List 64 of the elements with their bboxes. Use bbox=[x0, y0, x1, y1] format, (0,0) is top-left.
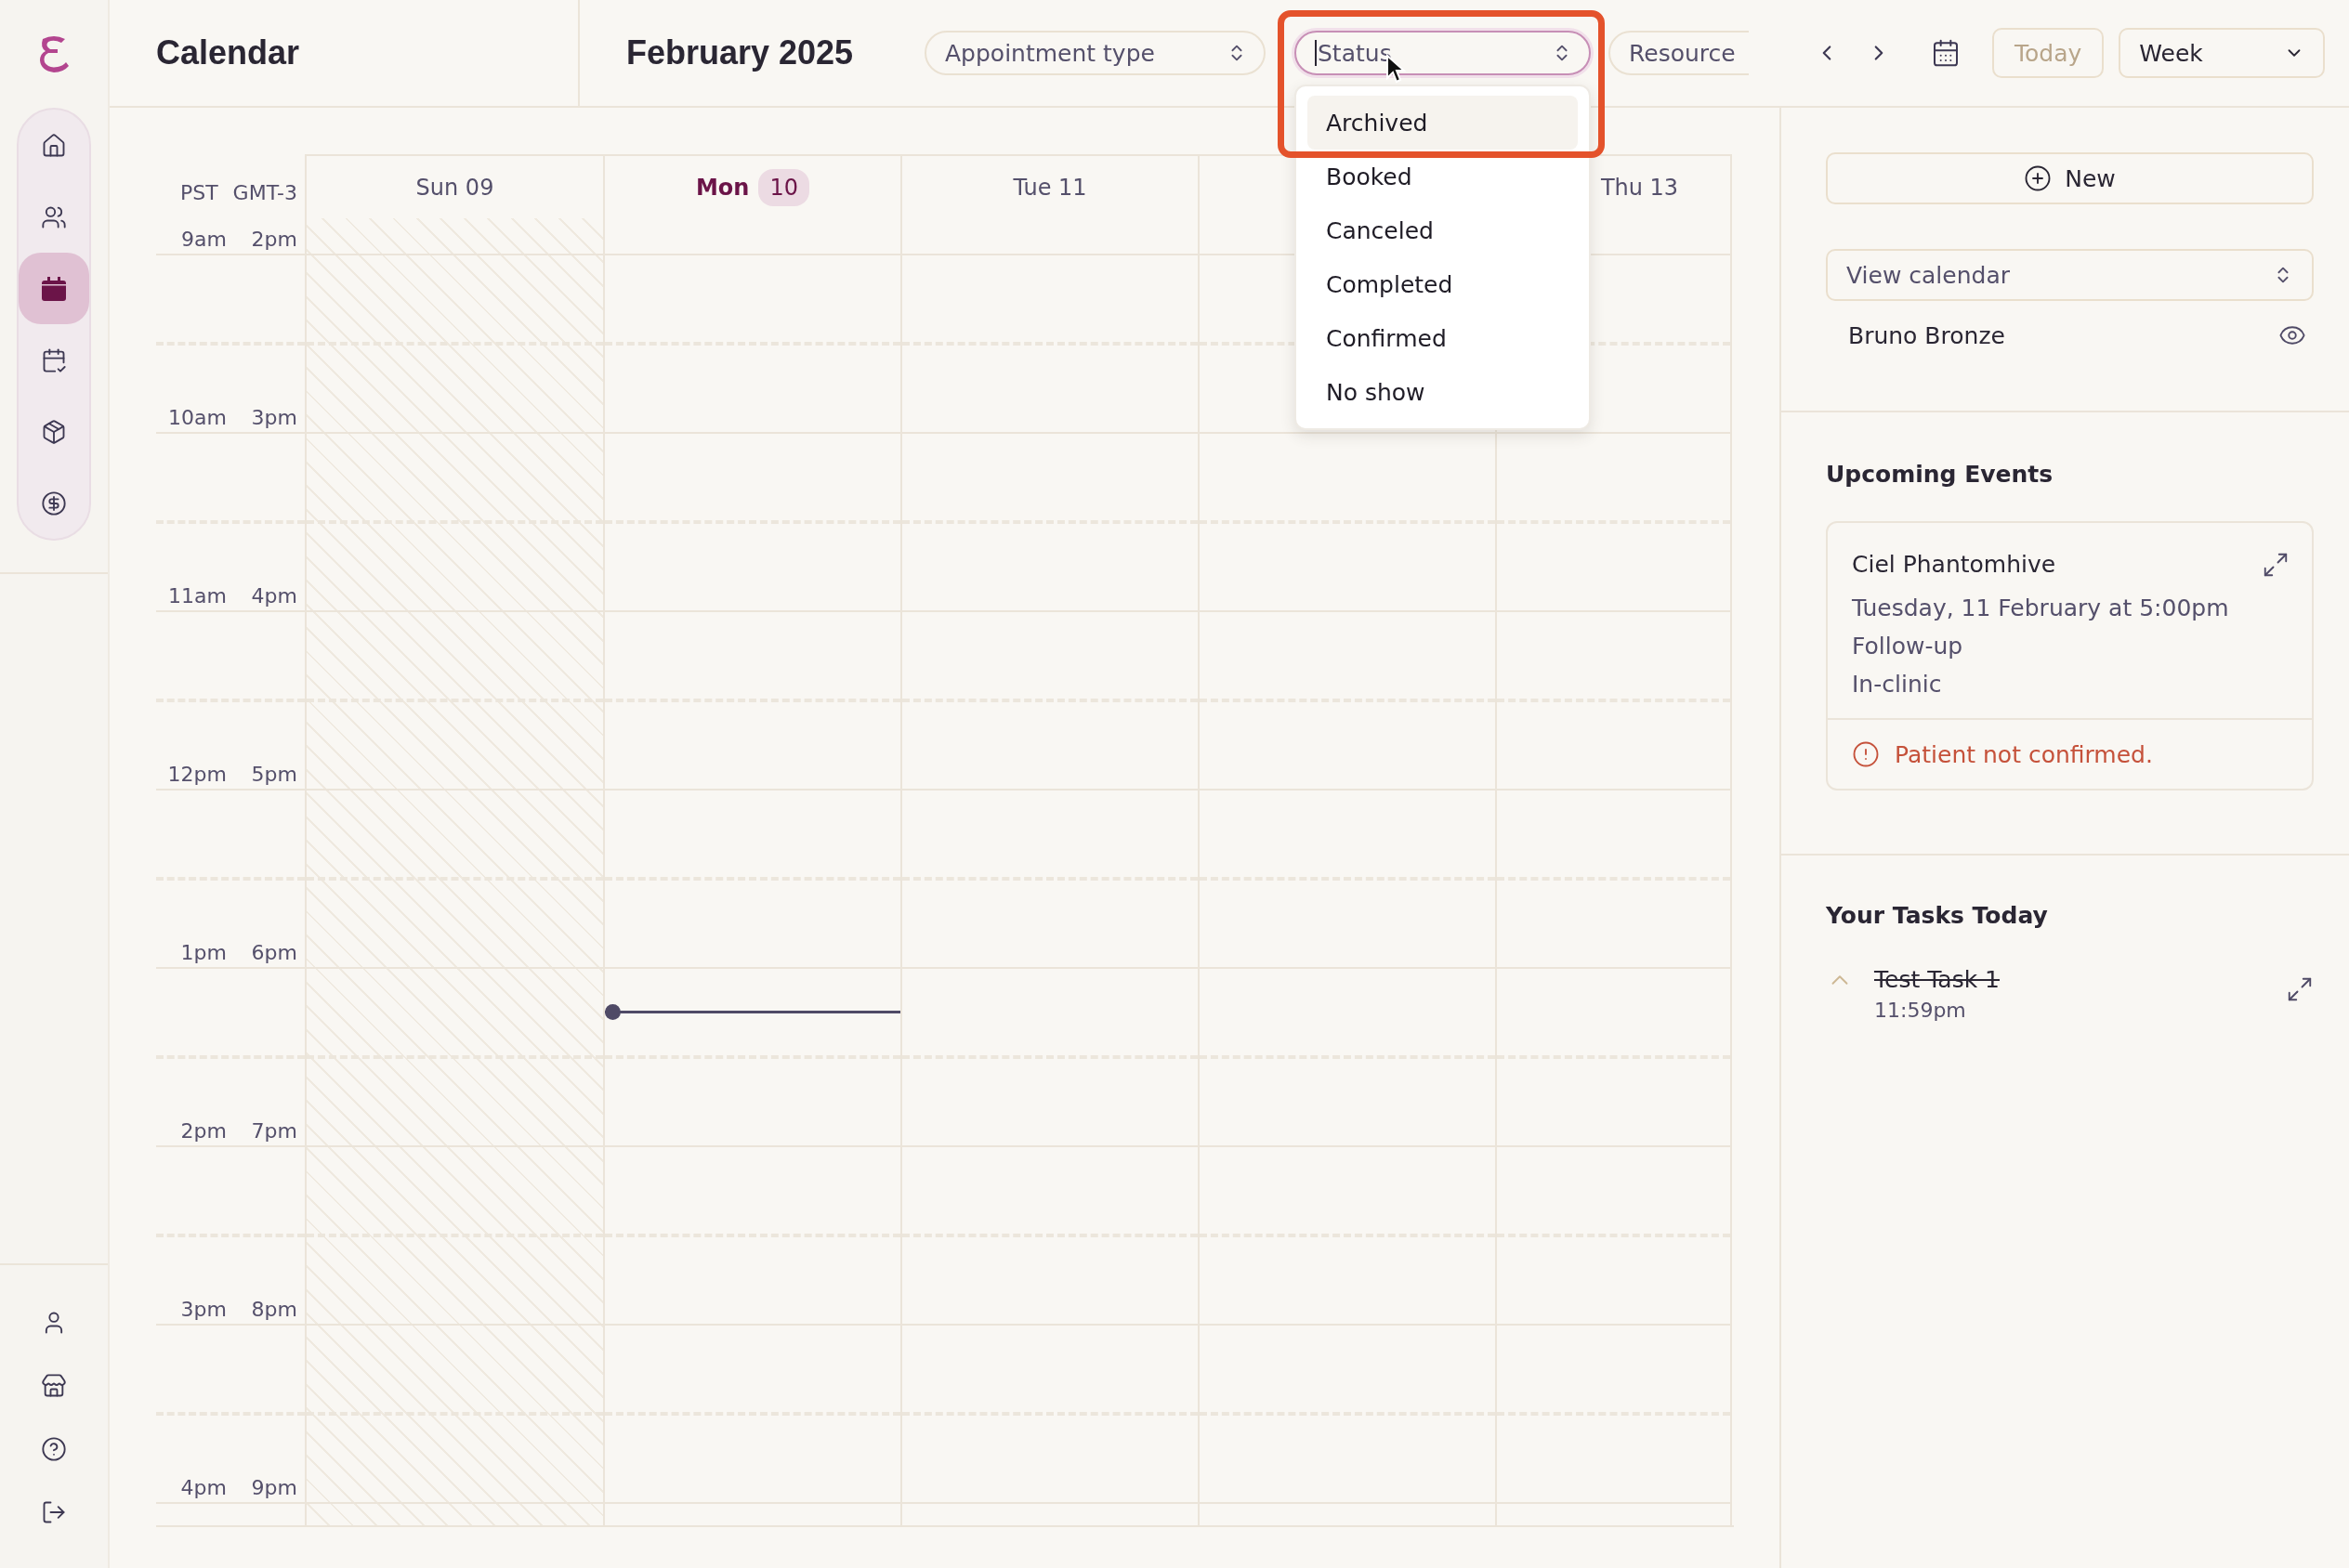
plus-icon bbox=[2024, 164, 2053, 192]
menu-item[interactable]: Archived bbox=[1307, 96, 1578, 150]
menu-item[interactable]: Completed bbox=[1307, 257, 1578, 311]
time-label: 4pm bbox=[250, 583, 297, 609]
day-header: Mon bbox=[696, 174, 750, 201]
time-label: 8pm bbox=[250, 1297, 297, 1323]
event-location: In-clinic bbox=[1852, 671, 1943, 698]
menu-item[interactable]: No show bbox=[1307, 365, 1578, 419]
home-icon bbox=[41, 132, 67, 159]
time-label: 7pm bbox=[250, 1118, 297, 1144]
time-label: 3pm bbox=[179, 1297, 227, 1323]
dollar-icon bbox=[41, 490, 67, 516]
page-title: Calendar bbox=[156, 33, 300, 73]
view-select[interactable]: Week bbox=[2119, 28, 2326, 78]
expand-icon[interactable] bbox=[2286, 975, 2314, 1003]
section-title: Your Tasks Today bbox=[1826, 902, 2049, 929]
timezone-label: PST bbox=[179, 181, 218, 204]
timezone-label: GMT-3 bbox=[232, 181, 297, 204]
time-label: 6pm bbox=[250, 940, 297, 966]
patient-name: Ciel Phantomhive bbox=[1852, 551, 2057, 578]
time-label: 1pm bbox=[179, 940, 227, 966]
calendar-check-icon bbox=[41, 346, 67, 373]
expand-icon[interactable] bbox=[2262, 551, 2290, 579]
task-time: 11:59pm bbox=[1874, 999, 1967, 1022]
time-label: 11am bbox=[167, 583, 227, 609]
time-label: 10am bbox=[167, 405, 227, 431]
menu-item[interactable]: Booked bbox=[1307, 150, 1578, 203]
calendar-icon bbox=[1931, 38, 1961, 68]
today-date-badge: 10 bbox=[758, 168, 809, 206]
time-label: 5pm bbox=[250, 762, 297, 788]
month-title: February 2025 bbox=[626, 33, 855, 73]
menu-item[interactable]: Confirmed bbox=[1307, 311, 1578, 365]
task-title: Test Task 1 bbox=[1874, 966, 2001, 993]
menu-item[interactable]: Canceled bbox=[1307, 203, 1578, 257]
new-button[interactable]: New bbox=[1826, 152, 2314, 204]
time-label: 2pm bbox=[250, 227, 297, 253]
day-header: Sun 09 bbox=[415, 174, 494, 201]
current-time-dot bbox=[605, 1004, 621, 1020]
filter-select[interactable]: Appointment type bbox=[925, 31, 1266, 75]
logo-icon bbox=[37, 33, 71, 74]
store-icon bbox=[41, 1373, 67, 1399]
day-header: Thu 13 bbox=[1600, 174, 1679, 201]
box-icon bbox=[41, 418, 67, 445]
warning-text: Patient not confirmed. bbox=[1895, 740, 2153, 768]
time-label: 4pm bbox=[179, 1475, 227, 1501]
filter-select[interactable]: Status bbox=[1294, 31, 1591, 75]
calendar-name: Bruno Bronze bbox=[1848, 321, 2005, 349]
event-date: Tuesday, 11 February at 5:00pm bbox=[1852, 595, 2229, 621]
event-type: Follow-up bbox=[1852, 633, 1964, 660]
logout-icon bbox=[41, 1499, 67, 1525]
calendar-icon bbox=[41, 275, 67, 302]
time-label: 9pm bbox=[250, 1475, 297, 1501]
event-card[interactable]: Ciel Phantomhive Tuesday, 11 February at 5:00pm Follow-up In-clinic Patient not confirmed. bbox=[1826, 521, 2314, 791]
filter-select[interactable]: Resource bbox=[1608, 31, 1749, 75]
time-label: 3pm bbox=[250, 405, 297, 431]
alert-icon bbox=[1852, 740, 1880, 768]
time-label: 9am bbox=[180, 227, 227, 253]
time-label: 12pm bbox=[166, 762, 227, 788]
section-title: Upcoming Events bbox=[1826, 461, 2054, 488]
time-label: 2pm bbox=[179, 1118, 227, 1144]
calendar-select[interactable]: View calendar bbox=[1826, 249, 2314, 301]
day-header: Tue 11 bbox=[1013, 174, 1087, 201]
nav-button[interactable] bbox=[19, 253, 89, 324]
help-icon bbox=[41, 1436, 67, 1462]
